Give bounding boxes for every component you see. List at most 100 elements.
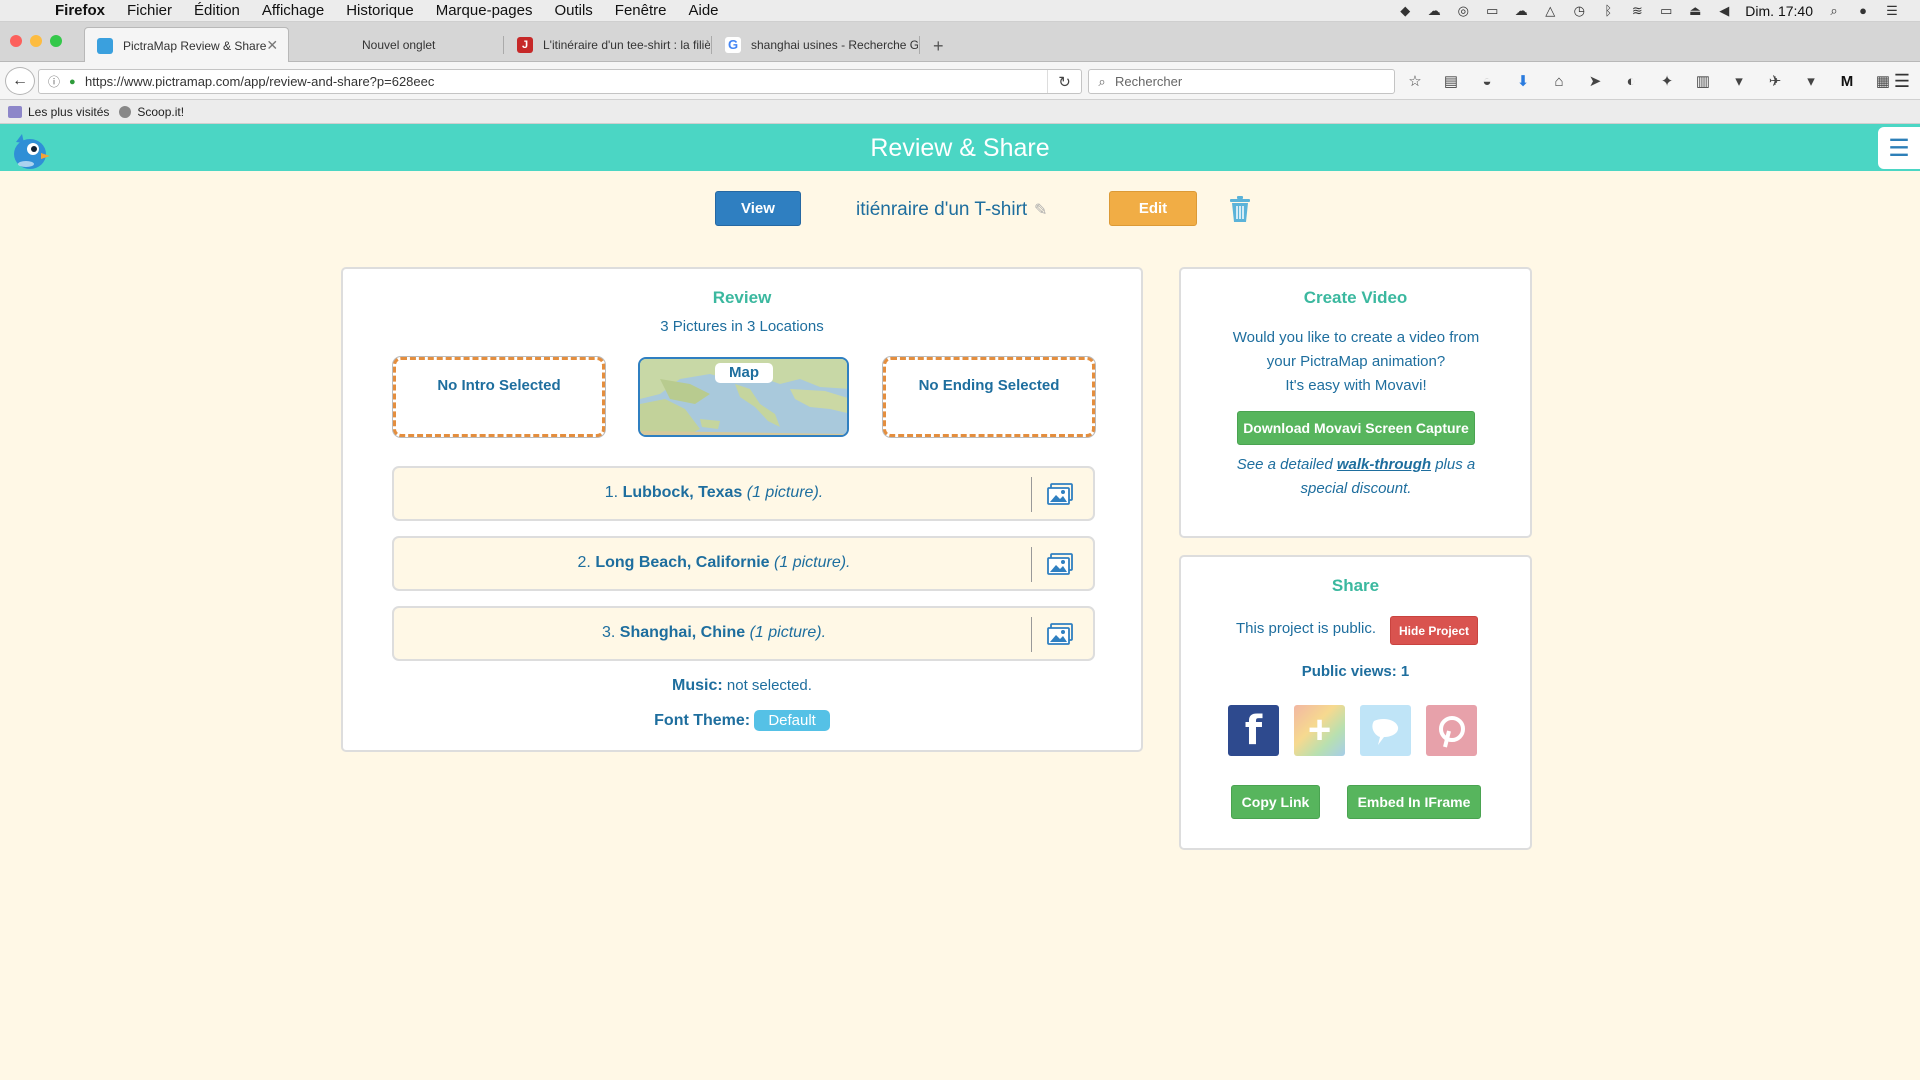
clipboard-icon[interactable]: ▥ — [1693, 71, 1713, 91]
walkthrough-link[interactable]: walk-through — [1337, 456, 1431, 473]
view-button[interactable]: View — [715, 191, 801, 226]
location-number: 1. — [604, 484, 619, 501]
send-icon[interactable]: ➤ — [1585, 71, 1605, 91]
tab-label: shanghai usines - Recherche Goo — [751, 38, 918, 52]
reload-icon[interactable]: ↻ — [1047, 70, 1081, 93]
site-favicon-icon: J — [517, 37, 533, 53]
dropdown-arrow-icon[interactable]: ▾ — [1729, 71, 1749, 91]
bookmark-scoop-it[interactable]: Scoop.it! — [119, 105, 184, 119]
close-window-icon[interactable] — [10, 35, 22, 47]
bluetooth-icon[interactable]: ᛒ — [1600, 3, 1616, 18]
url-bar[interactable]: ⓘ ● https://www.pictramap.com/app/review… — [38, 69, 1082, 94]
dropbox-icon[interactable]: ◆ — [1397, 3, 1413, 18]
google-plus-icon[interactable]: + — [1294, 705, 1345, 756]
public-views: Public views: 1 — [1301, 663, 1410, 680]
music-line: Music: not selected. — [343, 677, 1141, 695]
menu-app-name[interactable]: Firefox — [44, 2, 116, 19]
tab-itineraire[interactable]: J L'itinéraire d'un tee-shirt : la filiè — [505, 28, 710, 62]
tab-pictramap[interactable]: PictraMap Review & Share ✕ — [84, 27, 289, 63]
home-icon[interactable]: ⌂ — [1549, 71, 1569, 91]
photos-icon[interactable] — [1046, 482, 1074, 506]
bookmark-most-visited[interactable]: Les plus visités — [8, 105, 109, 119]
menu-fenetre[interactable]: Fenêtre — [604, 2, 678, 19]
notification-center-icon[interactable]: ☰ — [1884, 3, 1900, 18]
inbox-icon[interactable]: ▭ — [1484, 3, 1500, 18]
clock[interactable]: Dim. 17:40 — [1745, 3, 1813, 19]
qr-code-icon[interactable]: ▦ — [1873, 71, 1893, 91]
edit-button[interactable]: Edit — [1109, 191, 1197, 226]
browser-toolbar-icons: ☆ ▤ ◒ ⬇ ⌂ ➤ ◐ ✦ ▥ ▾ ✈ ▾ M ▦ — [1405, 71, 1893, 91]
hamburger-icon: ☰ — [1888, 134, 1910, 162]
menu-outils[interactable]: Outils — [543, 2, 603, 19]
location-number: 2. — [577, 554, 591, 571]
tab-label: PictraMap Review & Share — [123, 38, 267, 53]
menu-fichier[interactable]: Fichier — [116, 2, 183, 19]
tab-label: Nouvel onglet — [362, 38, 436, 52]
location-row-1[interactable]: 1. Lubbock, Texas (1 picture). — [392, 466, 1095, 521]
dropdown-arrow-icon[interactable]: ▾ — [1801, 71, 1821, 91]
download-icon[interactable]: ⬇ — [1513, 71, 1533, 91]
share-panel: Share This project is public. Hide Proje… — [1179, 555, 1532, 850]
facebook-icon[interactable]: f — [1228, 705, 1279, 756]
map-label: Map — [715, 363, 773, 383]
trash-icon[interactable] — [1228, 194, 1252, 224]
edit-name-pencil-icon[interactable]: ✎ — [1034, 200, 1047, 220]
embed-iframe-button[interactable]: Embed In IFrame — [1347, 785, 1481, 819]
extension-icon[interactable]: ✦ — [1657, 71, 1677, 91]
cloud-sync-icon[interactable]: ☁ — [1513, 3, 1529, 18]
eject-icon[interactable]: ⏏ — [1687, 3, 1703, 18]
hide-project-button[interactable]: Hide Project — [1390, 616, 1478, 645]
wifi-icon[interactable]: ≋ — [1629, 3, 1645, 18]
pinterest-icon[interactable] — [1426, 705, 1477, 756]
menu-aide[interactable]: Aide — [678, 2, 730, 19]
sync-icon[interactable]: ◐ — [1621, 71, 1641, 91]
siri-icon[interactable]: ● — [1855, 3, 1871, 18]
copy-link-button[interactable]: Copy Link — [1231, 785, 1320, 819]
cloud-icon[interactable]: ☁ — [1426, 3, 1442, 18]
menu-historique[interactable]: Historique — [335, 2, 425, 19]
intro-label: No Intro Selected — [437, 377, 561, 394]
time-machine-icon[interactable]: ◷ — [1571, 3, 1587, 18]
airplay-icon[interactable]: ▭ — [1658, 3, 1674, 18]
url-text[interactable]: https://www.pictramap.com/app/review-and… — [85, 74, 434, 89]
location-row-3[interactable]: 3. Shanghai, Chine (1 picture). — [392, 606, 1095, 661]
location-text: 2. Long Beach, Californie (1 picture). — [394, 554, 1034, 572]
volume-icon[interactable]: ◀ — [1716, 3, 1732, 18]
pocket-icon[interactable]: ◒ — [1477, 71, 1497, 91]
zoom-window-icon[interactable] — [50, 35, 62, 47]
minimize-window-icon[interactable] — [30, 35, 42, 47]
share-extension-icon[interactable]: ✈ — [1765, 71, 1785, 91]
tab-divider — [503, 36, 504, 54]
search-input[interactable]: ⌕ Rechercher — [1088, 69, 1395, 94]
drive-icon[interactable]: △ — [1542, 3, 1558, 18]
spiral-icon[interactable]: ◎ — [1455, 3, 1471, 18]
app-menu-button[interactable]: ☰ — [1878, 127, 1920, 169]
photos-icon[interactable] — [1046, 552, 1074, 576]
photos-icon[interactable] — [1046, 622, 1074, 646]
font-theme-badge[interactable]: Default — [754, 710, 830, 731]
menu-edition[interactable]: Édition — [183, 2, 251, 19]
tab-nouvel-onglet[interactable]: Nouvel onglet — [350, 28, 500, 62]
browser-menu-icon[interactable]: ☰ — [1894, 71, 1910, 92]
menu-affichage[interactable]: Affichage — [251, 2, 335, 19]
intro-selector[interactable]: No Intro Selected — [393, 357, 605, 437]
back-arrow-icon[interactable]: ← — [5, 67, 35, 95]
tab-google-search[interactable]: G shanghai usines - Recherche Goo — [713, 28, 918, 62]
download-movavi-button[interactable]: Download Movavi Screen Capture — [1237, 411, 1475, 445]
info-icon[interactable]: ⓘ — [39, 73, 69, 90]
music-value[interactable]: not selected. — [727, 677, 812, 694]
menu-marque-pages[interactable]: Marque-pages — [425, 2, 544, 19]
location-row-2[interactable]: 2. Long Beach, Californie (1 picture). — [392, 536, 1095, 591]
reading-list-icon[interactable]: ▤ — [1441, 71, 1461, 91]
walkthrough-discount: special discount. — [1300, 480, 1412, 497]
twitter-icon[interactable] — [1360, 705, 1411, 756]
bookmark-star-icon[interactable]: ☆ — [1405, 71, 1425, 91]
ending-selector[interactable]: No Ending Selected — [883, 357, 1095, 437]
row-divider — [1031, 547, 1032, 582]
close-tab-icon[interactable]: ✕ — [266, 37, 278, 54]
folder-icon — [8, 105, 22, 118]
gmail-icon[interactable]: M — [1837, 71, 1857, 91]
new-tab-icon[interactable]: + — [933, 36, 944, 57]
spotlight-search-icon[interactable]: ⌕ — [1826, 3, 1842, 18]
map-thumbnail[interactable]: Map — [638, 357, 849, 437]
